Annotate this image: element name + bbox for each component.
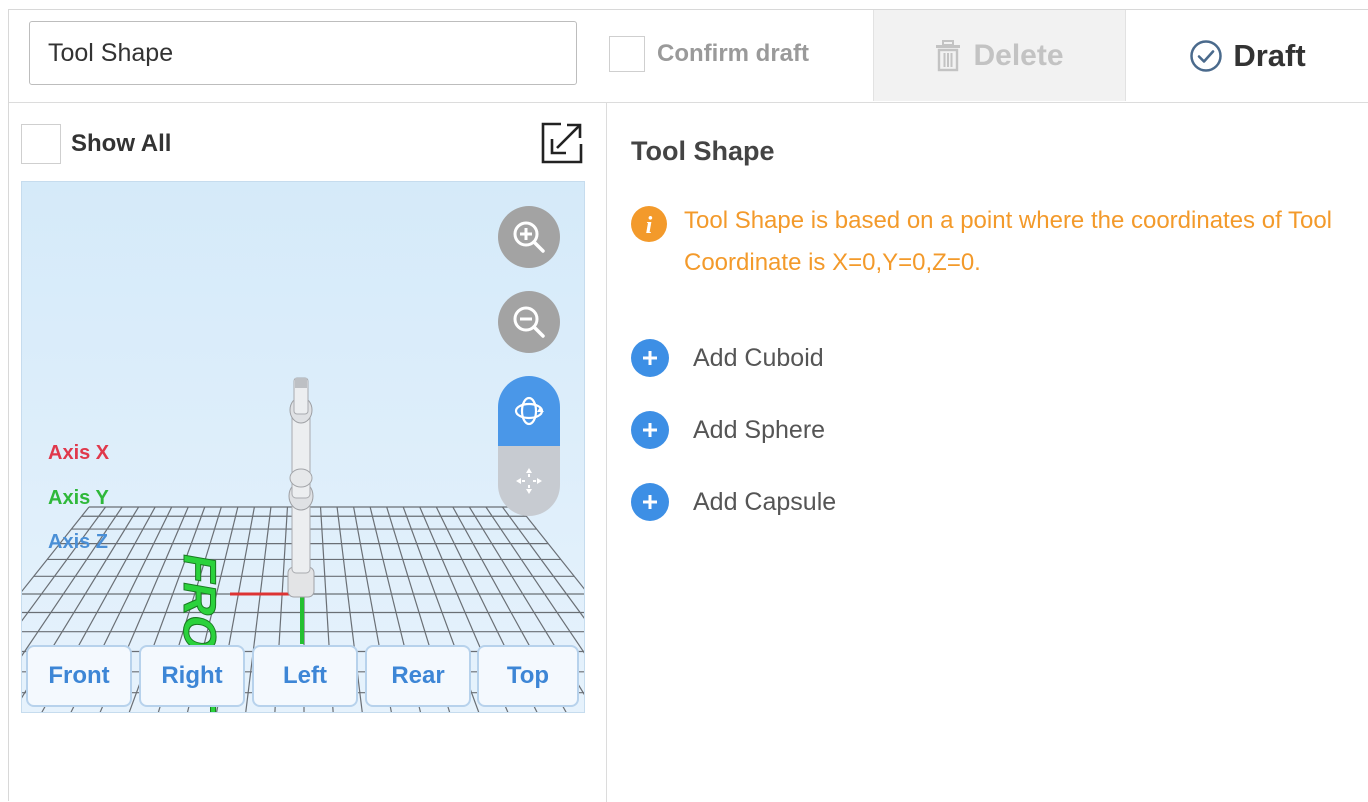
view-front-button[interactable]: Front (26, 645, 132, 707)
confirm-draft-checkbox[interactable]: Confirm draft (609, 33, 809, 75)
add-capsule-button[interactable]: Add Capsule (631, 483, 836, 521)
add-cuboid-label: Add Cuboid (693, 343, 824, 372)
info-message: Tool Shape is based on a point where the… (684, 207, 1332, 276)
check-circle-icon (1189, 39, 1223, 73)
show-all-checkbox[interactable]: Show All (21, 124, 171, 164)
editor-header: Confirm draft Delete (9, 10, 1368, 103)
view-right-button[interactable]: Right (139, 645, 245, 707)
delete-button[interactable]: Delete (873, 10, 1126, 101)
tool-shape-name-input[interactable] (29, 21, 577, 85)
rotate-mode-button[interactable] (498, 376, 560, 446)
pan-mode-button[interactable] (498, 446, 560, 516)
viewer-panel: Show All FRONT Axis X Axis Y Axis Z Fron… (9, 102, 607, 802)
add-sphere-label: Add Sphere (693, 415, 826, 444)
zoom-in-button[interactable] (498, 206, 560, 268)
axis-z-label: Axis Z (48, 531, 109, 553)
show-all-box[interactable] (21, 124, 61, 164)
section-title: Tool Shape (631, 136, 775, 166)
view-mode-toggle (498, 376, 560, 516)
robot-arm (287, 377, 315, 598)
view-left-button[interactable]: Left (252, 645, 358, 707)
zoom-in-icon (513, 221, 545, 253)
plus-icon (631, 411, 669, 449)
show-all-label: Show All (71, 130, 172, 157)
shape-panel: Tool Shape i Tool Shape is based on a po… (607, 102, 1368, 802)
axis-y-label: Axis Y (48, 487, 109, 509)
confirm-draft-label: Confirm draft (657, 40, 809, 67)
add-capsule-label: Add Capsule (693, 487, 837, 516)
pan-icon (516, 468, 542, 494)
view-top-button[interactable]: Top (477, 645, 579, 707)
delete-label: Delete (973, 38, 1064, 72)
3d-viewer[interactable]: FRONT Axis X Axis Y Axis Z Front Right L… (21, 181, 585, 713)
svg-text:i: i (646, 213, 653, 239)
plus-icon (631, 339, 669, 377)
plus-icon (631, 483, 669, 521)
trash-icon (935, 39, 961, 72)
draft-button[interactable]: Draft (1127, 10, 1368, 101)
rotate-icon (514, 396, 544, 426)
zoom-out-icon (513, 306, 545, 338)
expand-icon[interactable] (539, 120, 585, 166)
add-cuboid-button[interactable]: Add Cuboid (631, 339, 824, 377)
info-icon: i (631, 206, 667, 242)
zoom-out-button[interactable] (498, 291, 560, 353)
draft-label: Draft (1233, 37, 1306, 73)
view-rear-button[interactable]: Rear (365, 645, 471, 707)
add-sphere-button[interactable]: Add Sphere (631, 411, 825, 449)
tool-shape-editor: Confirm draft Delete (8, 9, 1368, 802)
confirm-draft-box[interactable] (609, 36, 645, 72)
axis-x-label: Axis X (48, 442, 110, 464)
